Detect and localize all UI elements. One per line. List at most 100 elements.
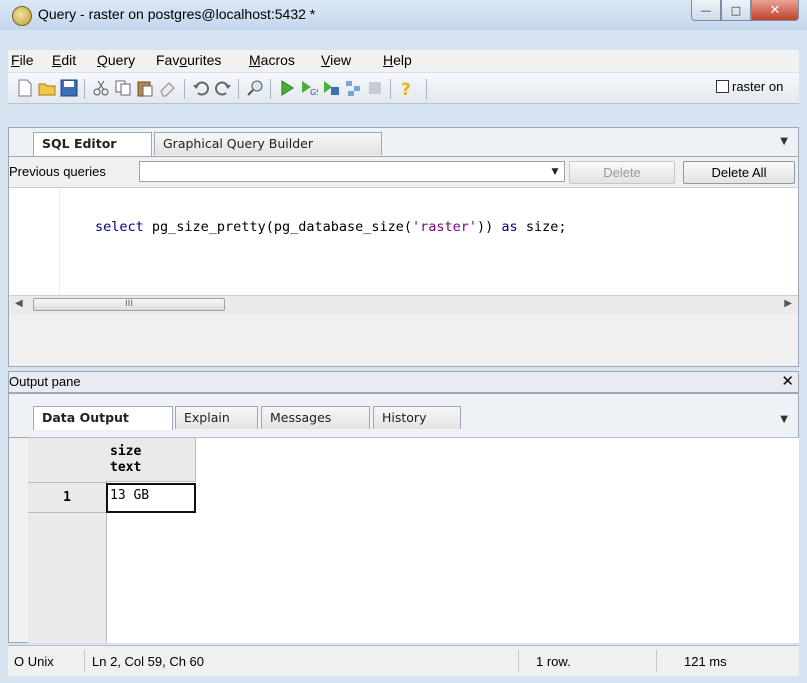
menu-fav-prefix: Fav (156, 52, 180, 68)
output-pane-title: Output pane (9, 374, 81, 389)
paste-icon[interactable] (136, 79, 154, 97)
toolbar-separator (84, 79, 85, 99)
horizontal-scrollbar[interactable]: ◀ III ▶ (9, 295, 798, 314)
menu-macros[interactable]: Macros (249, 52, 295, 68)
minimize-button[interactable]: — (691, 0, 721, 21)
output-pane-header: Output pane ✕ (8, 371, 799, 393)
tab-graphical-query-builder[interactable]: Graphical Query Builder (154, 132, 382, 155)
code-keyword-as: as (501, 219, 518, 235)
grid-corner[interactable] (28, 438, 106, 483)
undo-icon[interactable] (192, 79, 210, 97)
sql-text-area[interactable]: select pg_size_pretty(pg_database_size('… (9, 188, 798, 314)
toolbar-separator (184, 79, 185, 99)
previous-queries-row: Previous queries ▼ Delete Delete All (9, 157, 798, 188)
execute-to-file-icon[interactable] (322, 79, 340, 97)
tab-sql-editor[interactable]: SQL Editor (33, 132, 152, 156)
output-tabs: Data Output Explain Messages History ▼ (9, 394, 798, 438)
menu-macros-mnemonic: M (249, 52, 261, 68)
maximize-button[interactable]: □ (721, 0, 751, 21)
menu-file[interactable]: File (11, 52, 34, 68)
data-grid[interactable]: size text 1 13 GB (28, 437, 799, 643)
delete-all-button[interactable]: Delete All (683, 161, 795, 184)
close-button[interactable]: ✕ (751, 0, 799, 21)
column-header-size[interactable]: size text (106, 438, 196, 482)
clear-icon[interactable] (158, 79, 176, 97)
status-cursor-position: Ln 2, Col 59, Ch 60 (92, 654, 205, 669)
menu-help[interactable]: Help (383, 52, 412, 68)
toolbar: GS ? raster on (8, 73, 799, 104)
menu-view-mnemonic: V (321, 52, 331, 68)
output-tabs-dropdown-icon[interactable]: ▼ (780, 414, 788, 425)
svg-text:GS: GS (310, 88, 318, 97)
tabs-dropdown-icon[interactable]: ▼ (780, 136, 788, 147)
menu-bar: File Edit Query Favourites Macros View H… (8, 50, 799, 72)
tab-explain[interactable]: Explain (175, 406, 258, 429)
new-icon[interactable] (16, 79, 34, 97)
toolbar-separator (270, 79, 271, 99)
title-bar: Query - raster on postgres@localhost:543… (0, 0, 807, 30)
status-line-ending: O Unix (14, 654, 54, 669)
execute-pgscript-icon[interactable]: GS (300, 79, 318, 97)
menu-file-mnemonic: F (11, 52, 20, 68)
menu-file-label: ile (19, 52, 34, 68)
sql-editor-panel: SQL Editor Graphical Query Builder ▼ Pre… (8, 127, 799, 367)
menu-view-label: iew (330, 52, 352, 68)
close-output-icon[interactable]: ✕ (781, 372, 794, 390)
scroll-left-icon[interactable]: ◀ (15, 298, 23, 309)
column-type: text (110, 460, 142, 475)
code-alias: size; (517, 219, 567, 235)
menu-fav-mnemonic: o (179, 52, 188, 68)
row-header[interactable]: 1 (28, 483, 106, 513)
redo-icon[interactable] (214, 79, 232, 97)
toolbar-separator (238, 79, 239, 99)
previous-queries-dropdown[interactable]: ▼ (139, 161, 565, 182)
code-function-call: pg_size_pretty(pg_database_size( (143, 219, 412, 235)
column-name: size (110, 444, 142, 459)
toolbar-separator (390, 79, 391, 99)
execute-icon[interactable] (278, 79, 296, 97)
menu-edit[interactable]: Edit (52, 52, 76, 68)
previous-queries-label: Previous queries (9, 164, 106, 179)
tab-history[interactable]: History (373, 406, 461, 429)
status-separator (84, 650, 85, 672)
connection-label: raster on (732, 79, 784, 94)
code-close-parens: )) (477, 219, 502, 235)
pgadmin-elephant-icon (12, 6, 32, 26)
query-window: Query - raster on postgres@localhost:543… (0, 0, 807, 683)
menu-view[interactable]: View (321, 52, 351, 68)
scroll-right-icon[interactable]: ▶ (784, 298, 792, 309)
tab-data-output[interactable]: Data Output (33, 406, 173, 430)
connection-checkbox[interactable]: raster on (716, 79, 783, 94)
status-separator (656, 650, 657, 672)
scrollbar-thumb[interactable]: III (33, 298, 225, 311)
menu-query[interactable]: Query (97, 52, 135, 68)
copy-icon[interactable] (114, 79, 132, 97)
menu-help-mnemonic: H (383, 52, 394, 68)
open-icon[interactable] (38, 79, 56, 97)
status-bar: O Unix Ln 2, Col 59, Ch 60 1 row. 121 ms (8, 645, 799, 676)
menu-query-mnemonic: Q (97, 52, 108, 68)
status-separator (518, 650, 519, 672)
menu-query-label: uery (107, 52, 136, 68)
menu-edit-mnemonic: E (52, 52, 62, 68)
find-icon[interactable] (246, 79, 264, 97)
status-duration: 121 ms (684, 654, 727, 669)
checkbox-box[interactable] (716, 80, 729, 93)
cancel-query-icon[interactable] (366, 79, 384, 97)
tab-messages[interactable]: Messages (261, 406, 370, 429)
menu-fav-label: urites (187, 52, 222, 68)
save-icon[interactable] (60, 79, 78, 97)
dropdown-arrow-icon[interactable]: ▼ (546, 162, 564, 181)
svg-text:?: ? (401, 80, 411, 97)
help-icon[interactable]: ? (398, 79, 416, 97)
code-string-literal: 'raster' (412, 219, 478, 235)
code-keyword-select: select (95, 219, 144, 235)
menu-favourites[interactable]: Favourites (156, 52, 221, 68)
cut-icon[interactable] (92, 79, 110, 97)
explain-icon[interactable] (344, 79, 362, 97)
grid-cell-size[interactable]: 13 GB (106, 483, 196, 513)
delete-button[interactable]: Delete (569, 161, 675, 184)
sql-code[interactable]: select pg_size_pretty(pg_database_size('… (95, 219, 566, 235)
status-row-count: 1 row. (536, 654, 571, 669)
menu-macros-label: acros (260, 52, 295, 68)
